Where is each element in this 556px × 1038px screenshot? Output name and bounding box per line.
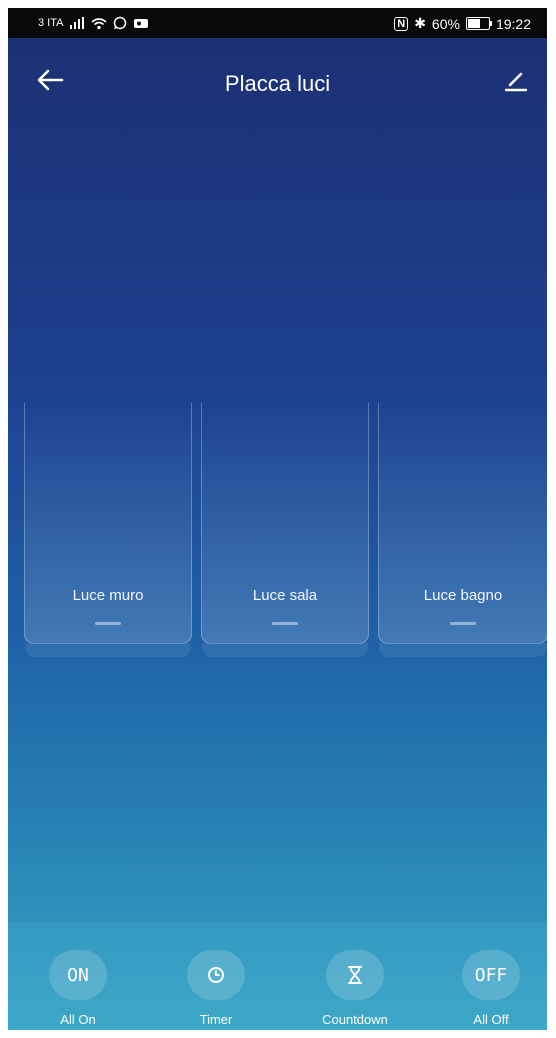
wifi-icon <box>91 17 108 29</box>
battery-level <box>467 19 480 28</box>
status-left: 3 ITA <box>38 16 149 30</box>
notification-icon <box>134 19 149 28</box>
switch-indicator <box>450 622 476 625</box>
status-bar: 3 ITA N ✱ 60% 19:22 <box>8 8 547 38</box>
carrier-name: 3 ITA <box>38 17 64 29</box>
all-off-label: All Off <box>473 1012 509 1027</box>
switch-luce-bagno[interactable]: Luce bagno <box>378 403 547 657</box>
switch-luce-sala[interactable]: Luce sala <box>201 403 369 657</box>
countdown-button[interactable]: Countdown <box>310 942 400 1027</box>
off-icon: OFF <box>462 950 520 1000</box>
switch-shadow <box>202 643 368 657</box>
switch-luce-muro[interactable]: Luce muro <box>24 403 192 657</box>
switch-shadow <box>379 643 547 657</box>
switch-panel: Luce muro Luce sala Luce bagno <box>24 403 547 663</box>
timer-label: Timer <box>199 1012 233 1027</box>
switch-indicator <box>272 622 298 625</box>
clock-icon <box>208 967 224 983</box>
switch-label: Luce bagno <box>423 587 503 604</box>
whatsapp-icon <box>114 16 127 30</box>
nfc-icon: N <box>394 16 409 31</box>
clock-time: 19:22 <box>495 15 531 32</box>
pencil-icon <box>504 72 528 92</box>
all-on-button[interactable]: ON All On <box>33 942 123 1027</box>
page-title: Placca luci <box>224 71 331 96</box>
switch-shadow <box>25 643 191 657</box>
switch-label: Luce muro <box>72 587 144 604</box>
edit-button[interactable] <box>501 66 531 94</box>
all-on-label: All On <box>60 1012 96 1027</box>
app-screen: 3 ITA N ✱ 60% 19:22 Placca luci Luce mur… <box>8 8 547 1030</box>
timer-button[interactable]: Timer <box>171 942 261 1027</box>
countdown-icon-holder <box>326 950 384 1000</box>
bluetooth-icon: ✱ <box>414 15 426 31</box>
app-header: Placca luci <box>8 38 547 114</box>
battery-percent: 60% <box>431 15 460 32</box>
timer-icon-holder <box>187 950 245 1000</box>
countdown-label: Countdown <box>322 1012 388 1027</box>
switch-label: Luce sala <box>252 587 318 604</box>
action-bar: ON All On Timer Countdown OFF All Off <box>8 922 547 1030</box>
hourglass-icon <box>348 966 362 984</box>
battery-icon <box>465 17 492 30</box>
status-right: N ✱ 60% 19:22 <box>394 15 531 32</box>
signal-icon <box>69 17 85 29</box>
all-off-button[interactable]: OFF All Off <box>446 942 536 1027</box>
switch-indicator <box>95 622 121 625</box>
on-icon: ON <box>49 950 107 1000</box>
